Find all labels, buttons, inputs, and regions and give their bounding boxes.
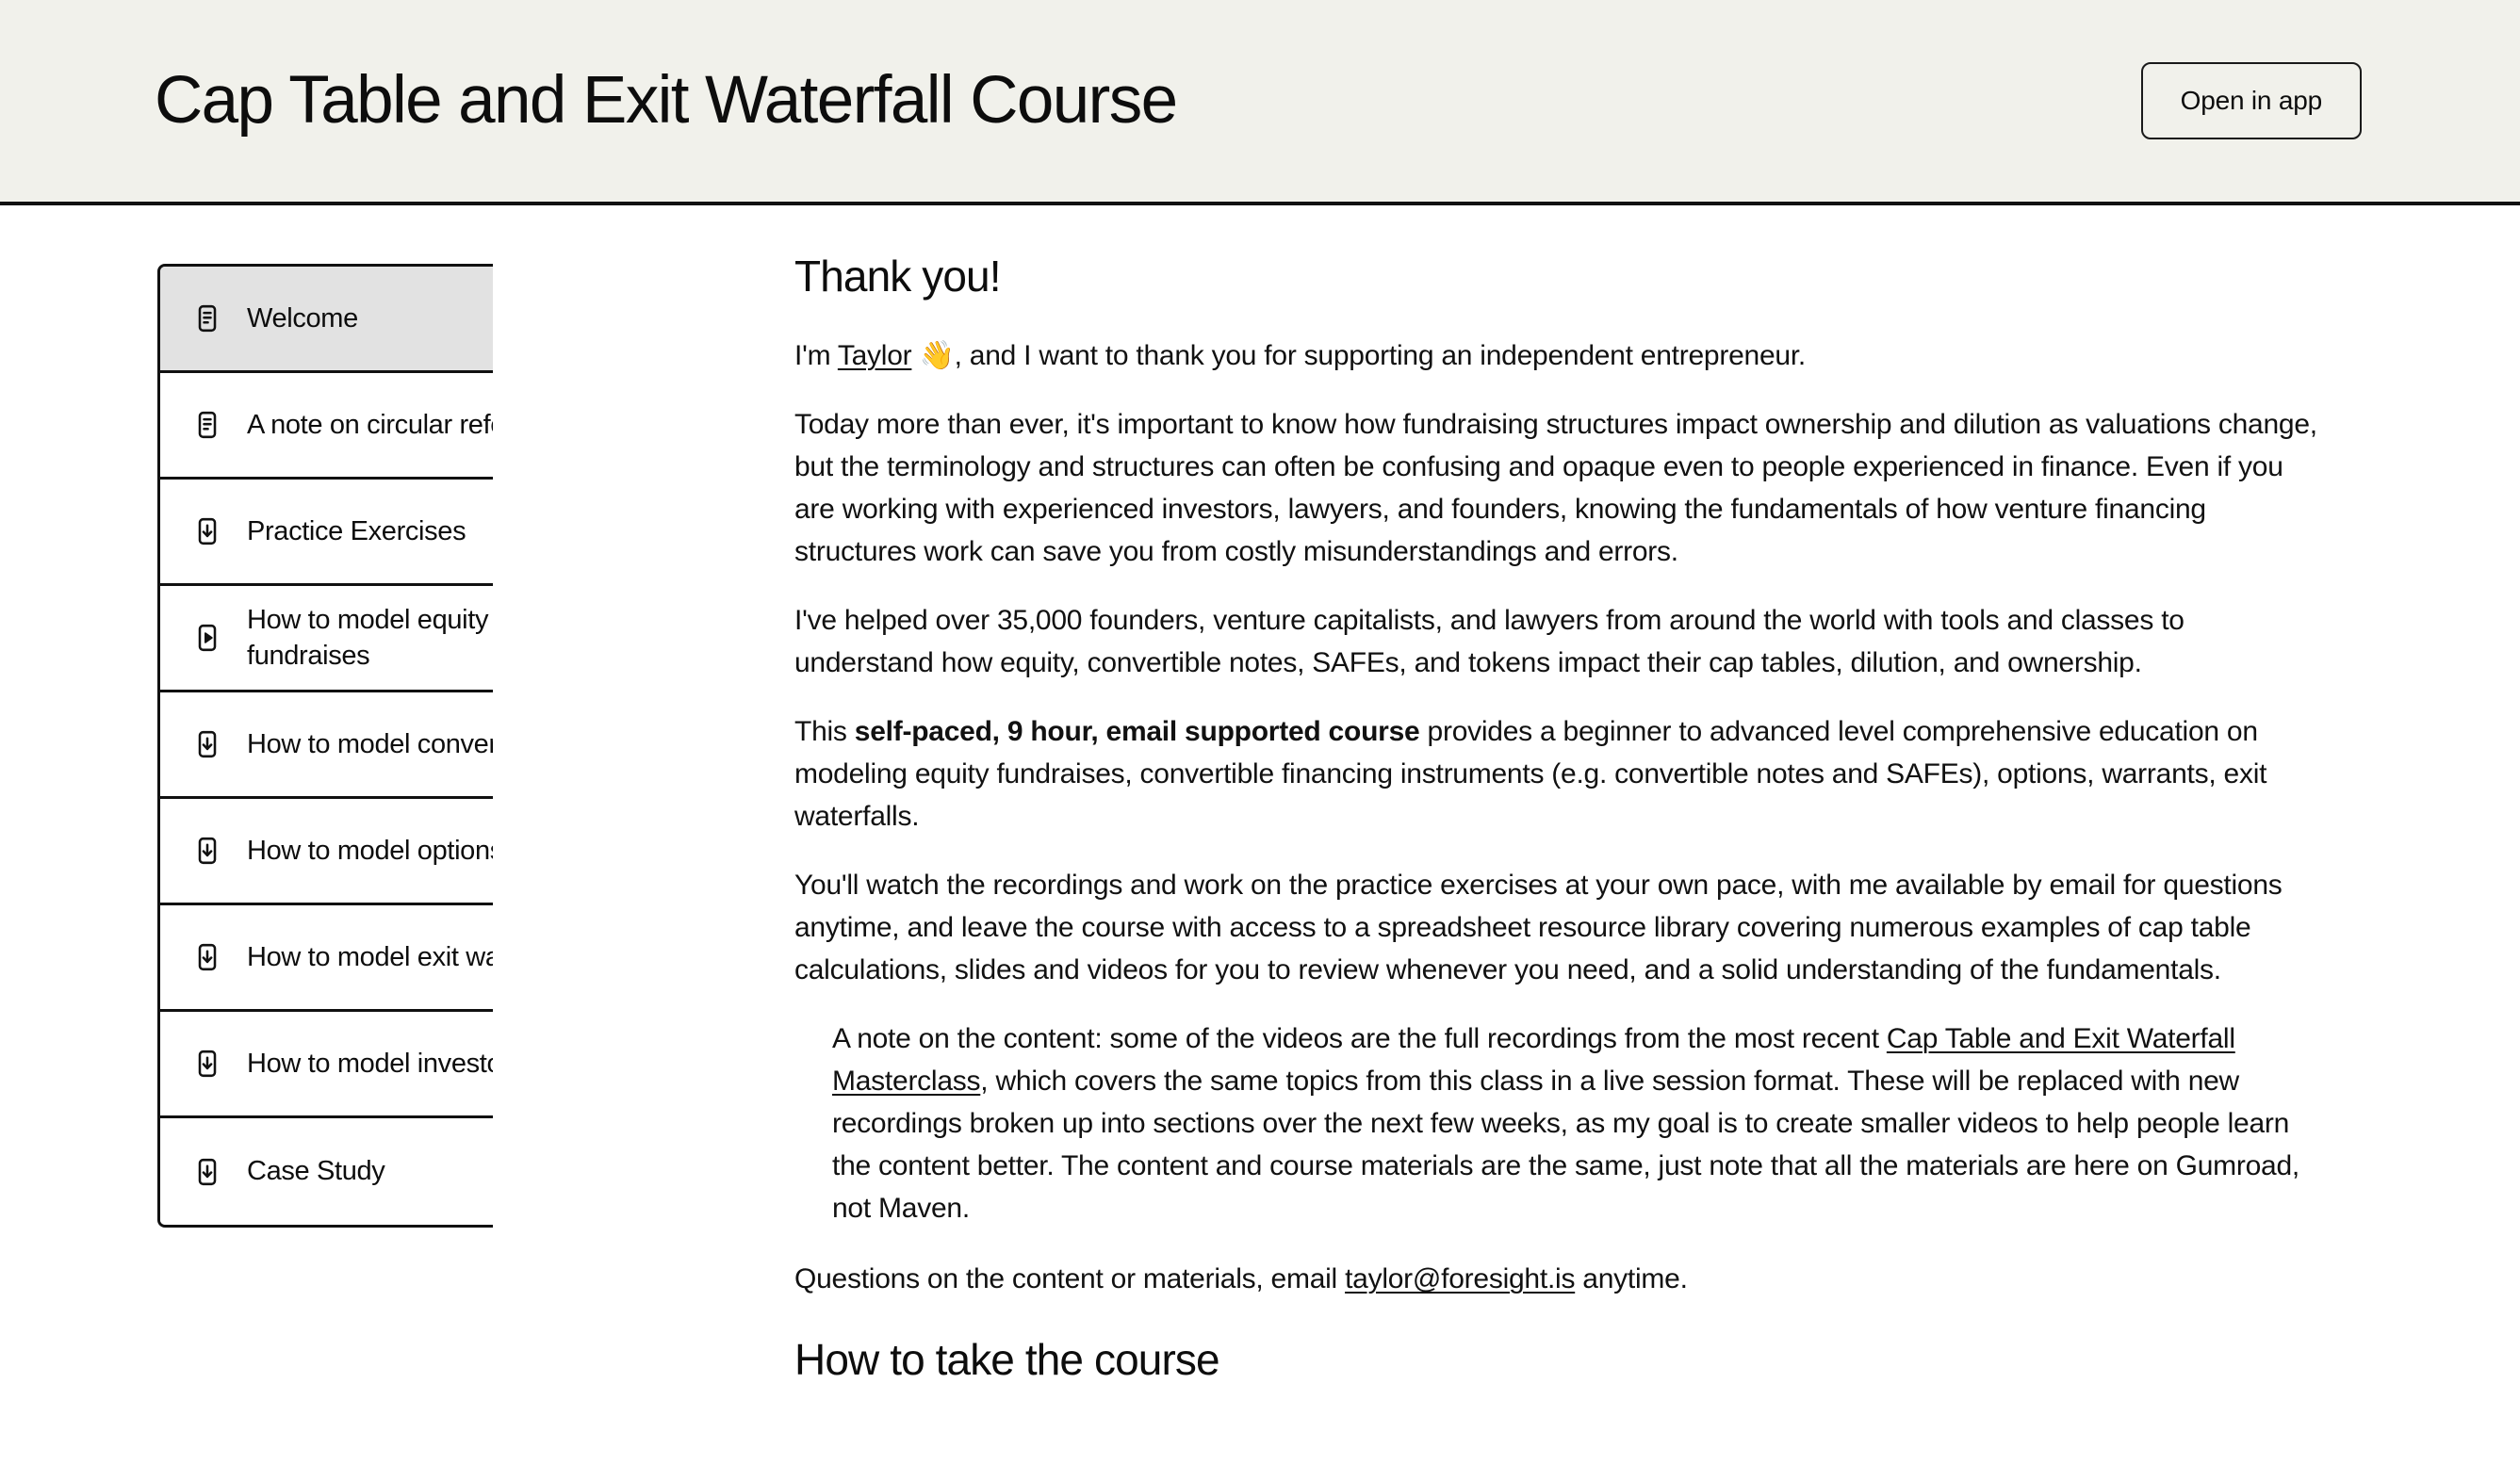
lesson-list: Welcome A note on circular references Pr… xyxy=(157,264,493,1228)
lesson-item-label: Welcome xyxy=(247,302,358,334)
lesson-item-welcome[interactable]: Welcome xyxy=(160,267,493,373)
subsection-heading: How to take the course xyxy=(794,1335,1220,1385)
download-icon xyxy=(192,1049,222,1079)
questions-text-before: Questions on the content or materials, e… xyxy=(794,1263,1346,1295)
download-icon xyxy=(192,1157,222,1187)
lesson-item-how-to-model-options[interactable]: How to model options xyxy=(160,799,493,905)
lesson-item-label: How to model options xyxy=(247,835,493,866)
questions-text-after: anytime. xyxy=(1575,1263,1688,1295)
lesson-item-label: How to model investor returns xyxy=(247,1048,493,1079)
note-text-after: , which covers the same topics from this… xyxy=(832,1066,2300,1225)
download-icon xyxy=(192,516,222,546)
lesson-item-label: How to model equity fundraises xyxy=(247,604,489,671)
note-text-before: A note on the content: some of the video… xyxy=(832,1023,1887,1055)
lesson-item-label: Case Study xyxy=(247,1156,385,1187)
lesson-item-how-to-model-equity-fundraises[interactable]: How to model equity fundraises xyxy=(160,586,493,692)
course-highlight-text: self-paced, 9 hour, email supported cour… xyxy=(854,716,1420,748)
paragraph-watch: You'll watch the recordings and work on … xyxy=(794,870,2283,986)
intro-paragraph: I'm Taylor 👋, and I want to thank you fo… xyxy=(794,334,2322,377)
lesson-item-how-to-model-investor-returns[interactable]: How to model investor returns xyxy=(160,1012,493,1118)
lesson-item-practice-exercises[interactable]: Practice Exercises xyxy=(160,480,493,586)
content-heading: Thank you! xyxy=(794,252,1001,301)
lesson-item-how-to-model-convertibles[interactable]: How to model convertibles xyxy=(160,692,493,799)
page-title: Cap Table and Exit Waterfall Course xyxy=(155,62,1178,138)
document-icon xyxy=(192,410,222,440)
course-text-before: This xyxy=(794,716,855,748)
content-area: Welcome A note on circular references Pr… xyxy=(0,205,2520,1481)
lesson-item-label: How to model convertibles xyxy=(247,728,493,759)
paragraph-today: Today more than ever, it's important to … xyxy=(794,409,2317,568)
lesson-item-case-study[interactable]: Case Study xyxy=(160,1118,493,1225)
download-icon xyxy=(192,729,222,759)
lesson-item-label: Practice Exercises xyxy=(247,515,466,546)
open-in-app-button[interactable]: Open in app xyxy=(2140,62,2362,139)
download-icon xyxy=(192,836,222,866)
app-header: Cap Table and Exit Waterfall Course Open… xyxy=(0,0,2520,205)
paragraph-helped: I've helped over 35,000 founders, ventur… xyxy=(794,605,2185,679)
content-note-block: A note on the content: some of the video… xyxy=(794,1017,2322,1229)
lesson-item-a-note-on-circular-references[interactable]: A note on circular references xyxy=(160,373,493,480)
download-icon xyxy=(192,942,222,972)
email-link[interactable]: taylor@foresight.is xyxy=(1345,1263,1575,1294)
document-icon xyxy=(192,303,222,334)
wave-emoji-icon: 👋 xyxy=(919,339,955,373)
taylor-link[interactable]: Taylor xyxy=(838,340,912,371)
lesson-item-label: How to model exit waterfalls xyxy=(247,941,493,972)
paragraph-questions: Questions on the content or materials, e… xyxy=(794,1258,2322,1300)
lesson-item-how-to-model-exit-waterfalls[interactable]: How to model exit waterfalls xyxy=(160,905,493,1012)
course-sidebar: Welcome A note on circular references Pr… xyxy=(0,205,493,1481)
intro-text-before: I'm xyxy=(794,340,838,372)
intro-text-after: , and I want to thank you for supporting… xyxy=(954,340,1807,372)
paragraph-course: This self-paced, 9 hour, email supported… xyxy=(794,710,2322,838)
play-icon xyxy=(192,623,222,653)
lesson-content: Thank you! I'm Taylor 👋, and I want to t… xyxy=(493,205,2520,1481)
lesson-item-label: A note on circular references xyxy=(247,409,493,440)
